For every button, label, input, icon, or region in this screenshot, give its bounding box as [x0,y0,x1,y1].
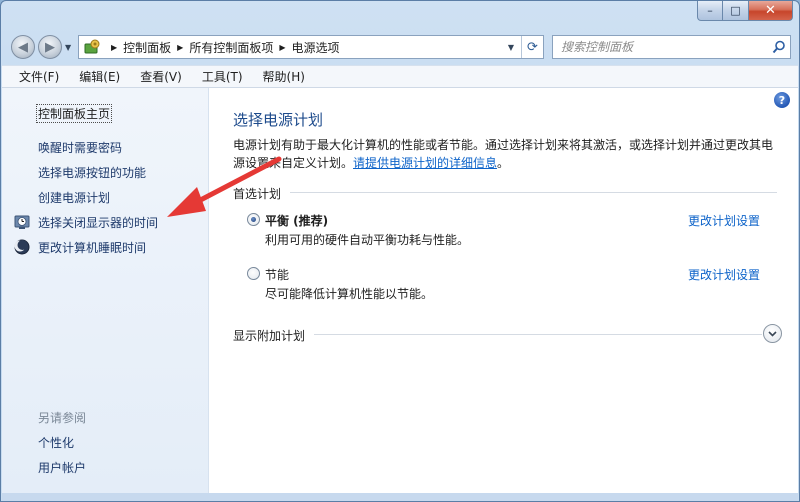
page-description: 电源计划有助于最大化计算机的性能或者节能。通过选择计划来将其激活，或选择计划并通… [233,136,781,172]
search-icon[interactable] [768,40,790,54]
see-also-heading: 另请参阅 [38,411,87,425]
close-button[interactable]: ✕ [749,1,793,21]
sidebar-item-personalization[interactable]: 个性化 [38,434,74,451]
plan-details-link[interactable]: 请提供电源计划的详细信息 [353,156,497,170]
help-icon[interactable]: ? [774,92,790,108]
minimize-button[interactable]: – [697,1,723,21]
plan-power-saver-name[interactable]: 节能 [265,266,289,283]
menu-tools[interactable]: 工具(T) [192,68,253,85]
address-bar[interactable]: ▶ 控制面板 ▶ 所有控制面板项 ▶ 电源选项 ▼ ⟳ [78,35,544,59]
back-button[interactable]: ◀ [11,35,35,59]
caption-buttons: – □ ✕ [697,1,793,21]
plan-power-saver-description: 尽可能降低计算机性能以节能。 [265,287,434,301]
back-arrow-icon: ◀ [18,39,28,55]
menu-file[interactable]: 文件(F) [9,68,69,85]
forward-button[interactable]: ▶ [38,35,62,59]
plan-balanced-description: 利用可用的硬件自动平衡功耗与性能。 [265,233,470,247]
breadcrumb-power-options[interactable]: 电源选项 [292,39,340,56]
page-title: 选择电源计划 [233,111,324,129]
extra-plans-divider [314,334,762,335]
recent-pages-dropdown[interactable]: ▼ [65,43,71,52]
sidebar-item-create-plan[interactable]: 创建电源计划 [38,189,110,206]
menu-help[interactable]: 帮助(H) [253,68,315,85]
forward-arrow-icon: ▶ [45,39,55,55]
description-end: 。 [497,156,510,170]
plan-balanced-radio[interactable] [247,213,260,226]
sidebar-item-sleep-time[interactable]: 更改计算机睡眠时间 [38,239,146,256]
maximize-button[interactable]: □ [723,1,749,21]
breadcrumb-control-panel[interactable]: 控制面板 [123,39,171,56]
breadcrumb-all-items[interactable]: 所有控制面板项 [189,39,273,56]
expand-chevron-icon[interactable] [763,324,782,343]
sidebar: 控制面板主页 唤醒时需要密码 选择电源按钮的功能 创建电源计划 选择关闭显示器的… [2,88,209,493]
plan-power-saver-change-settings[interactable]: 更改计划设置 [688,266,760,283]
main-panel: ? 选择电源计划 电源计划有助于最大化计算机的性能或者节能。通过选择计划来将其激… [210,88,798,493]
plan-power-saver-radio[interactable] [247,267,260,280]
breadcrumb-separator-icon[interactable]: ▶ [171,43,189,52]
content-area: 控制面板主页 唤醒时需要密码 选择电源按钮的功能 创建电源计划 选择关闭显示器的… [2,88,798,493]
plan-balanced-change-settings[interactable]: 更改计划设置 [688,212,760,229]
menu-bar: 文件(F) 编辑(E) 查看(V) 工具(T) 帮助(H) [2,65,798,88]
menu-edit[interactable]: 编辑(E) [69,68,130,85]
sidebar-control-panel-home[interactable]: 控制面板主页 [36,104,113,123]
address-dropdown-icon[interactable]: ▼ [503,36,519,58]
plan-balanced-name[interactable]: 平衡 (推荐) [265,212,328,229]
breadcrumb-separator-icon[interactable]: ▶ [105,43,123,52]
breadcrumb-separator-icon[interactable]: ▶ [273,43,291,52]
show-additional-plans-label[interactable]: 显示附加计划 [233,327,312,344]
power-options-window: – □ ✕ ◀ ▶ ▼ ▶ 控制面板 ▶ 所有控制面板项 ▶ 电源选项 ▼ ⟳ … [0,0,800,502]
preferred-plans-divider [290,192,777,193]
sidebar-item-display-off-time[interactable]: 选择关闭显示器的时间 [38,214,158,231]
navigation-row: ◀ ▶ ▼ ▶ 控制面板 ▶ 所有控制面板项 ▶ 电源选项 ▼ ⟳ [1,29,799,63]
refresh-icon: ⟳ [527,39,538,55]
search-input[interactable] [561,40,768,54]
status-bar [2,493,798,501]
control-panel-icon [79,36,105,58]
sidebar-item-user-accounts[interactable]: 用户帐户 [38,459,86,476]
refresh-button[interactable]: ⟳ [521,36,543,58]
display-clock-icon [14,214,30,230]
sidebar-item-power-buttons[interactable]: 选择电源按钮的功能 [38,164,146,181]
sidebar-item-wake-password[interactable]: 唤醒时需要密码 [38,139,122,156]
search-box[interactable] [552,35,791,59]
moon-sleep-icon [14,239,30,255]
menu-view[interactable]: 查看(V) [130,68,192,85]
preferred-plans-heading: 首选计划 [233,185,288,202]
